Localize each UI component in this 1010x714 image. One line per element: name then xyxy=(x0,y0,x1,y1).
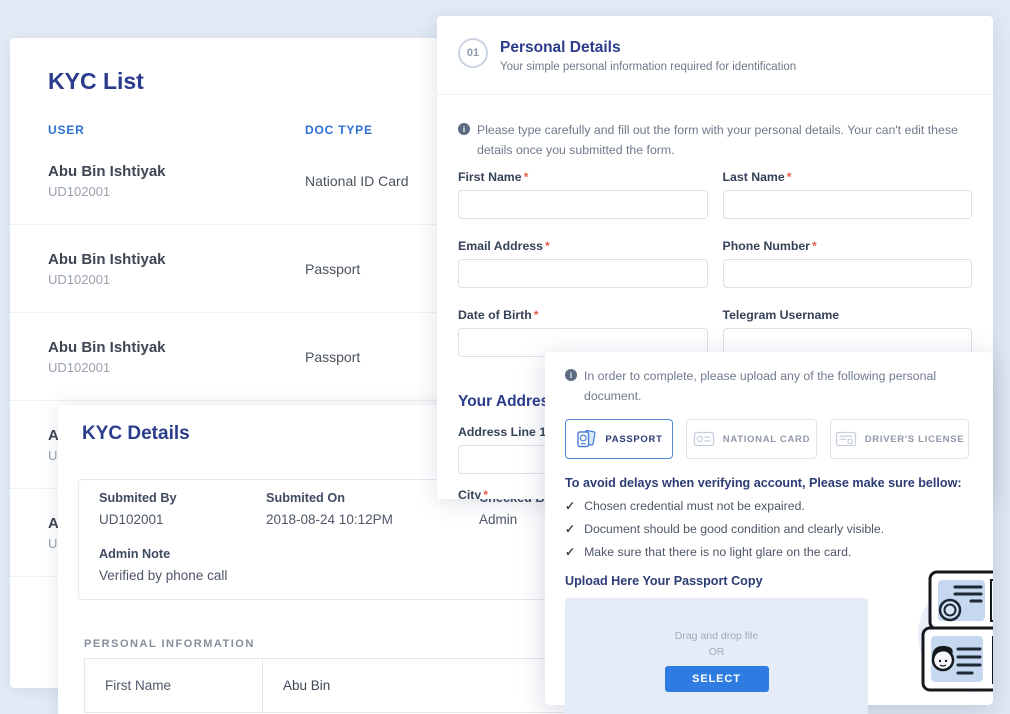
personal-details-title: Personal Details xyxy=(500,39,796,57)
select-file-button[interactable]: SELECT xyxy=(665,666,769,692)
field-label: Phone Number* xyxy=(723,239,973,253)
drivers-license-icon xyxy=(835,429,857,449)
phone-number-input[interactable] xyxy=(723,259,973,288)
kyc-list-row[interactable]: Abu Bin Ishtiyak UD102001 Passport xyxy=(10,313,450,401)
doc-type: Passport xyxy=(305,349,450,365)
required-marker: * xyxy=(787,170,792,184)
doc-option-label: PASSPORT xyxy=(605,434,662,445)
submitted-by-value: UD102001 xyxy=(99,512,266,527)
submitted-on-value: 2018-08-24 10:12PM xyxy=(266,512,479,527)
kyc-list-row[interactable]: Abu Bin Ishtiyak UD102001 National ID Ca… xyxy=(10,137,450,225)
tip-text: Make sure that there is no light glare o… xyxy=(584,545,851,559)
user-id: UD102001 xyxy=(48,272,305,287)
upload-note-text: In order to complete, please upload any … xyxy=(584,367,973,406)
user-name: Abu Bin Ishtiyak xyxy=(48,339,305,356)
column-header-doc-type: DOC TYPE xyxy=(305,123,450,137)
doc-type: National ID Card xyxy=(305,173,450,189)
kyc-list-title: KYC List xyxy=(48,68,450,95)
personal-details-subtitle: Your simple personal information require… xyxy=(500,61,796,73)
tip-item: ✓ Document should be good condition and … xyxy=(565,522,973,536)
dropzone-text: Drag and drop file xyxy=(675,630,758,642)
user-id: UD102001 xyxy=(48,184,305,199)
email-address-input[interactable] xyxy=(458,259,708,288)
national-card-option-button[interactable]: NATIONAL CARD xyxy=(686,419,817,459)
passport-icon xyxy=(575,429,597,449)
field-label: Last Name* xyxy=(723,170,973,184)
required-marker: * xyxy=(483,488,488,499)
doc-type: Passport xyxy=(305,261,450,277)
first-name-input[interactable] xyxy=(458,190,708,219)
required-marker: * xyxy=(534,308,539,322)
info-row-label: First Name xyxy=(85,659,262,712)
drivers-license-option-button[interactable]: DRIVER'S LICENSE xyxy=(830,419,969,459)
field-label: Email Address* xyxy=(458,239,708,253)
required-marker: * xyxy=(545,239,550,253)
field-label: Telegram Username xyxy=(723,308,973,322)
step-number-badge: 01 xyxy=(458,38,488,68)
personal-details-form: First Name* Last Name* Email Address* Ph… xyxy=(458,170,972,377)
user-name: Abu Bin Ishtiyak xyxy=(48,251,305,268)
kyc-list-header: USER DOC TYPE xyxy=(10,123,450,137)
submitted-by-label: Submited By xyxy=(99,491,266,505)
file-dropzone[interactable]: Drag and drop file OR SELECT xyxy=(565,598,868,714)
form-note: i Please type carefully and fill out the… xyxy=(458,121,972,160)
user-id: UD102001 xyxy=(48,360,305,375)
form-note-text: Please type carefully and fill out the f… xyxy=(477,121,972,160)
tip-item: ✓ Chosen credential must not be expaired… xyxy=(565,499,973,513)
tip-item: ✓ Make sure that there is no light glare… xyxy=(565,545,973,559)
last-name-input[interactable] xyxy=(723,190,973,219)
upload-note: i In order to complete, please upload an… xyxy=(565,367,973,406)
kyc-list-row[interactable]: Abu Bin Ishtiyak UD102001 Passport xyxy=(10,225,450,313)
tip-text: Chosen credential must not be expaired. xyxy=(584,499,805,513)
id-cards-illustration xyxy=(905,565,993,705)
required-marker: * xyxy=(524,170,529,184)
info-icon: i xyxy=(458,123,470,135)
doc-option-label: DRIVER'S LICENSE xyxy=(865,434,965,445)
step-header: 01 Personal Details Your simple personal… xyxy=(437,16,993,95)
check-icon: ✓ xyxy=(565,545,575,559)
field-label: Date of Birth* xyxy=(458,308,708,322)
field-label: First Name* xyxy=(458,170,708,184)
user-name: Abu Bin Ishtiyak xyxy=(48,163,305,180)
doc-option-label: NATIONAL CARD xyxy=(723,434,810,445)
info-icon: i xyxy=(565,369,577,381)
page: KYC List USER DOC TYPE Abu Bin Ishtiyak … xyxy=(0,0,1010,714)
tips-title: To avoid delays when verifying account, … xyxy=(565,476,973,490)
national-card-icon xyxy=(693,429,715,449)
document-type-options: PASSPORT NATIONAL CARD DRIVER'S xyxy=(565,419,973,459)
tip-text: Document should be good condition and cl… xyxy=(584,522,884,536)
passport-option-button[interactable]: PASSPORT xyxy=(565,419,673,459)
column-header-user: USER xyxy=(48,123,305,137)
required-marker: * xyxy=(812,239,817,253)
check-icon: ✓ xyxy=(565,499,575,513)
check-icon: ✓ xyxy=(565,522,575,536)
dropzone-or-text: OR xyxy=(709,646,725,658)
